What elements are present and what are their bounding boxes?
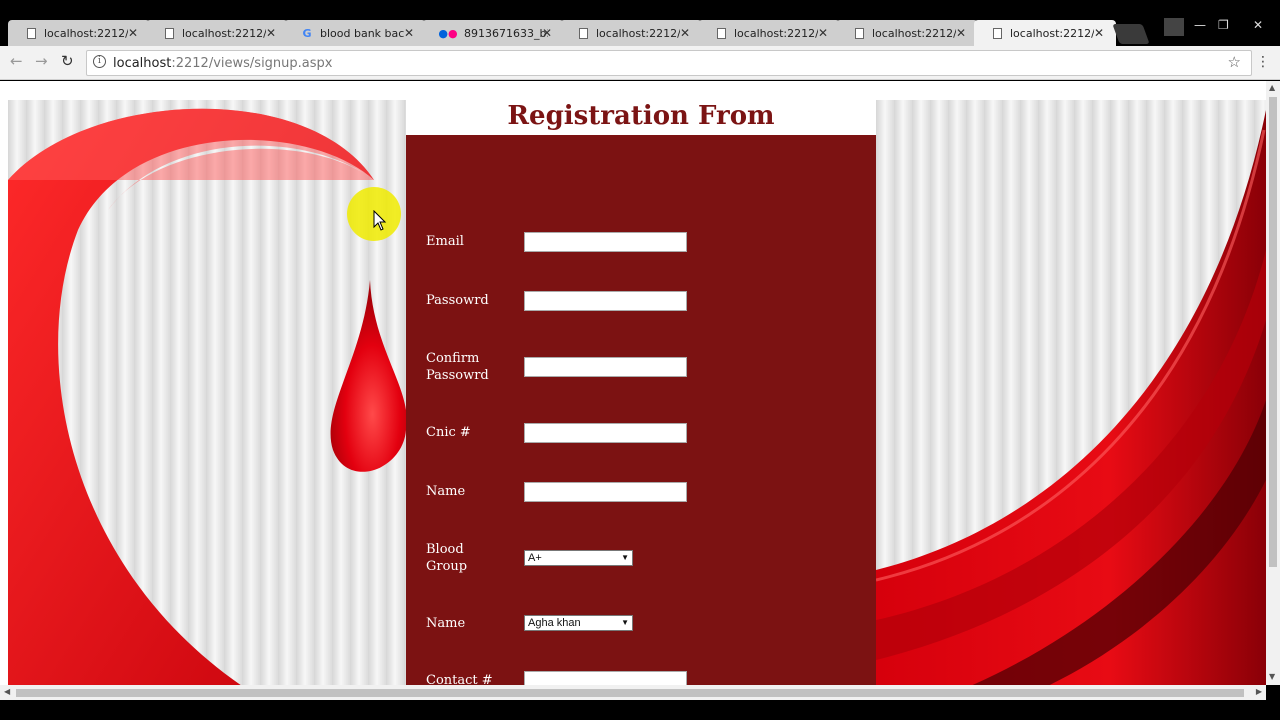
tab-title: localhost:2212/… — [596, 26, 680, 40]
confirm-password-label: Confirm Passowrd — [426, 351, 489, 383]
screen-bottom-bar — [0, 700, 1280, 720]
blood-group-label: Blood Group — [426, 542, 468, 574]
tab-title: localhost:2212/… — [44, 26, 128, 40]
address-url: localhost:2212/views/signup.aspx — [113, 56, 333, 71]
page-icon — [992, 27, 1002, 39]
tab-title: localhost:2212/… — [872, 26, 956, 40]
browser-tab-active[interactable]: localhost:2212/… ✕ — [974, 20, 1116, 46]
page-icon — [716, 27, 726, 39]
new-tab-button[interactable] — [1112, 24, 1150, 44]
close-icon[interactable]: ✕ — [818, 26, 828, 40]
registration-form: Email Passowrd Confirm Passowrd Cnic # Na… — [406, 135, 876, 685]
blood-drop-background-image — [8, 100, 406, 685]
address-bar[interactable]: i localhost:2212/views/signup.aspx ☆ — [86, 50, 1252, 76]
close-icon[interactable]: ✕ — [404, 26, 414, 40]
google-icon: G — [302, 26, 312, 40]
scroll-right-icon[interactable]: ▶ — [1256, 687, 1262, 696]
page-icon — [578, 27, 588, 39]
browser-tab[interactable]: localhost:2212/… ✕ — [836, 20, 978, 46]
bookmark-star-icon[interactable]: ☆ — [1228, 53, 1241, 71]
browser-tab[interactable]: ● ● 8913671633_b3 ✕ — [422, 20, 564, 46]
close-icon[interactable]: ✕ — [128, 26, 138, 40]
browser-tab[interactable]: localhost:2212/… ✕ — [146, 20, 288, 46]
browser-tab[interactable]: localhost:2212/… ✕ — [698, 20, 840, 46]
page-viewport: Registration From Email Passowrd Confirm… — [0, 81, 1266, 685]
restore-icon[interactable]: ❐ — [1218, 18, 1229, 32]
tab-title: localhost:2212/… — [182, 26, 266, 40]
tab-title: 8913671633_b3 — [464, 26, 548, 40]
menu-icon[interactable]: ⋮ — [1256, 54, 1270, 70]
dropdown-arrow-icon: ▼ — [621, 618, 629, 627]
profile-icon[interactable] — [1164, 18, 1184, 36]
minimize-icon[interactable]: — — [1194, 18, 1206, 32]
dropdown-arrow-icon: ▼ — [621, 553, 629, 562]
scroll-down-icon[interactable]: ▼ — [1269, 672, 1275, 681]
browser-tab[interactable]: localhost:2212/… ✕ — [8, 20, 150, 46]
email-input[interactable] — [524, 232, 687, 252]
cnic-label: Cnic # — [426, 425, 471, 440]
close-icon[interactable]: ✕ — [680, 26, 690, 40]
browser-toolbar: ← → ↻ i localhost:2212/views/signup.aspx… — [0, 46, 1280, 80]
tab-title: localhost:2212/… — [1010, 26, 1094, 40]
name-input[interactable] — [524, 482, 687, 502]
window-close-icon[interactable]: ✕ — [1253, 18, 1263, 32]
scrollbar-thumb[interactable] — [1269, 97, 1277, 567]
blood-group-select[interactable]: A+ ▼ — [524, 550, 633, 566]
back-icon[interactable]: ← — [10, 52, 23, 70]
password-input[interactable] — [524, 291, 687, 311]
close-icon[interactable]: ✕ — [542, 26, 552, 40]
cnic-input[interactable] — [524, 423, 687, 443]
password-label: Passowrd — [426, 293, 489, 308]
scroll-left-icon[interactable]: ◀ — [4, 687, 10, 696]
forward-icon[interactable]: → — [35, 52, 48, 70]
mouse-cursor-icon — [373, 210, 387, 231]
area-select[interactable]: Agha khan ▼ — [524, 615, 633, 631]
scroll-up-icon[interactable]: ▲ — [1269, 83, 1275, 92]
flickr-icon: ● ● — [438, 26, 458, 40]
horizontal-scrollbar[interactable]: ◀ ▶ — [0, 685, 1266, 700]
page-icon — [26, 27, 36, 39]
name-label: Name — [426, 484, 466, 499]
confirm-password-input[interactable] — [524, 357, 687, 377]
email-label: Email — [426, 234, 464, 249]
contact-input[interactable] — [524, 671, 687, 685]
page-icon — [854, 27, 864, 39]
area-label: Name — [426, 616, 466, 631]
close-icon[interactable]: ✕ — [266, 26, 276, 40]
vertical-scrollbar[interactable]: ▲ ▼ — [1266, 81, 1280, 685]
tab-title: blood bank back — [320, 26, 404, 40]
page-icon — [164, 27, 174, 39]
page-title: Registration From — [507, 101, 775, 131]
close-icon[interactable]: ✕ — [956, 26, 966, 40]
tab-title: localhost:2212/… — [734, 26, 818, 40]
browser-tab[interactable]: localhost:2212/… ✕ — [560, 20, 702, 46]
browser-tab[interactable]: G blood bank back ✕ — [284, 20, 426, 46]
scrollbar-thumb[interactable] — [16, 689, 1244, 697]
close-icon[interactable]: ✕ — [1094, 26, 1104, 40]
red-ribbon-background-image — [876, 100, 1266, 685]
info-icon[interactable]: i — [93, 55, 106, 68]
tab-strip: localhost:2212/… ✕ localhost:2212/… ✕ G … — [0, 0, 1280, 46]
reload-icon[interactable]: ↻ — [61, 52, 74, 70]
contact-label: Contact # — [426, 673, 493, 685]
